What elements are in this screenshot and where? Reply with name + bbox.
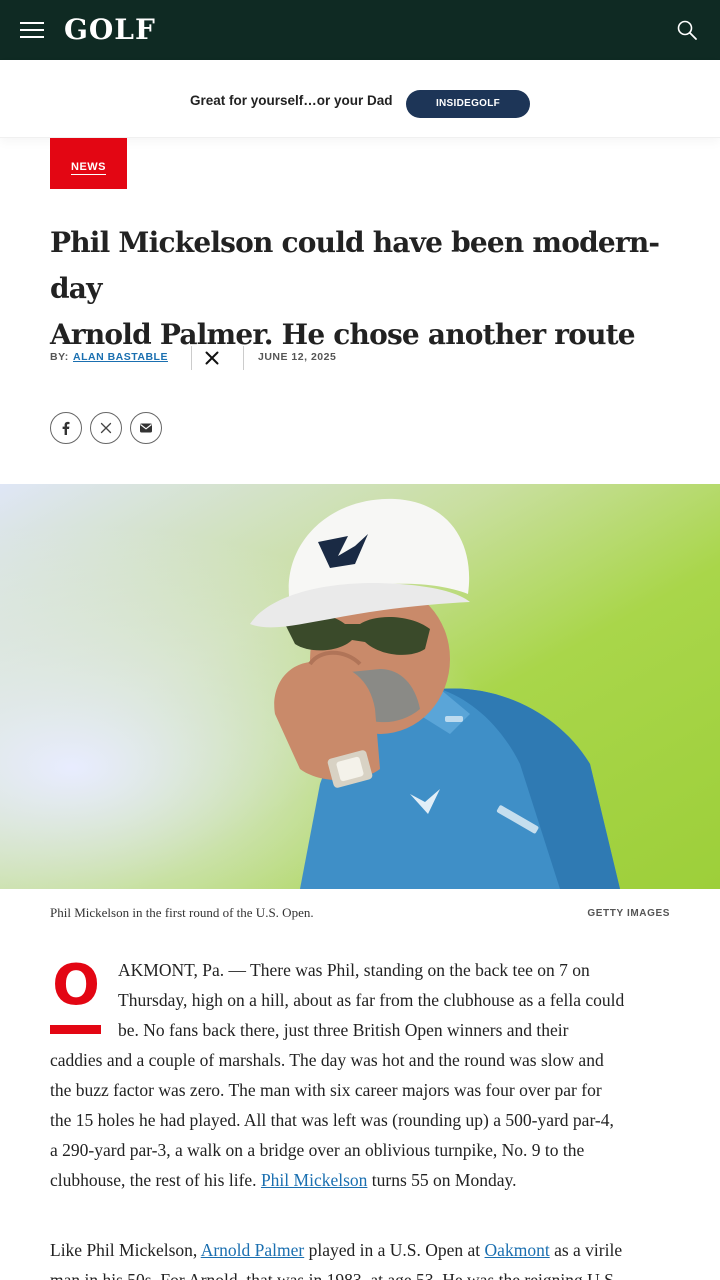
facebook-icon[interactable] (50, 412, 82, 444)
paragraph-line: man in his 50s. For Arnold, that was in … (50, 1270, 619, 1280)
promo-text: Great for yourself…or your Dad (190, 93, 393, 108)
byline-label: BY: (50, 351, 69, 363)
paragraph-line: Like Phil Mickelson, Arnold Palmer playe… (50, 1235, 622, 1265)
drop-cap: O (50, 958, 102, 1036)
article-headline: Phil Mickelson could have been modern-da… (50, 220, 670, 358)
image-caption: Phil Mickelson in the first round of the… (50, 905, 314, 920)
category-label: NEWS (71, 161, 106, 175)
byline: BY: ALAN BASTABLE JUNE 12, 2025 (50, 346, 670, 370)
paragraph-line: clubhouse, the rest of his life. Phil Mi… (50, 1165, 516, 1195)
promo-banner: Great for yourself…or your Dad INSIDEGOL… (0, 60, 720, 138)
x-icon[interactable] (90, 412, 122, 444)
byline-divider (243, 346, 244, 370)
paragraph-line: a 290-yard par-3, a walk on a bridge ove… (50, 1140, 585, 1160)
arnold-palmer-link[interactable]: Arnold Palmer (201, 1240, 305, 1260)
hamburger-menu-icon[interactable] (20, 18, 46, 42)
author-link[interactable]: ALAN BASTABLE (73, 351, 168, 363)
drop-cap-underline (50, 1025, 101, 1034)
paragraph-line: the 15 holes he had played. All that was… (50, 1110, 614, 1130)
paragraph-line: be. No fans back there, just three Briti… (118, 1020, 569, 1040)
phil-mickelson-link[interactable]: Phil Mickelson (261, 1170, 367, 1190)
insidegolf-button[interactable]: INSIDEGOLF (406, 90, 530, 118)
headline-line-1: Phil Mickelson could have been modern-da… (50, 226, 660, 305)
paragraph-text: Like Phil Mickelson, (50, 1240, 198, 1260)
paragraph-line: Thursday, high on a hill, about as far f… (118, 990, 625, 1010)
byline-divider (191, 346, 192, 370)
paragraph-line: the buzz factor was zero. The man with s… (50, 1080, 602, 1100)
top-navigation-bar: GOLF (0, 0, 720, 60)
paragraph-text: as a virile (554, 1240, 623, 1260)
email-icon[interactable] (130, 412, 162, 444)
paragraph-line: caddies and a couple of marshals. The da… (50, 1050, 604, 1070)
golf-logo[interactable]: GOLF (64, 12, 156, 48)
publish-date: JUNE 12, 2025 (258, 351, 337, 363)
paragraph-text: turns 55 on Monday. (371, 1170, 517, 1190)
author-x-icon[interactable] (205, 351, 219, 365)
image-credit: GETTY IMAGES (587, 908, 670, 919)
drop-cap-letter: O (52, 953, 100, 1018)
paragraph-line: AKMONT, Pa. — There was Phil, standing o… (118, 960, 590, 980)
category-tag[interactable]: NEWS (50, 138, 127, 189)
hero-image (0, 484, 720, 889)
search-icon[interactable] (676, 19, 698, 41)
paragraph-text: clubhouse, the rest of his life. (50, 1170, 257, 1190)
oakmont-link[interactable]: Oakmont (485, 1240, 550, 1260)
paragraph-text: played in a U.S. Open at (308, 1240, 481, 1260)
